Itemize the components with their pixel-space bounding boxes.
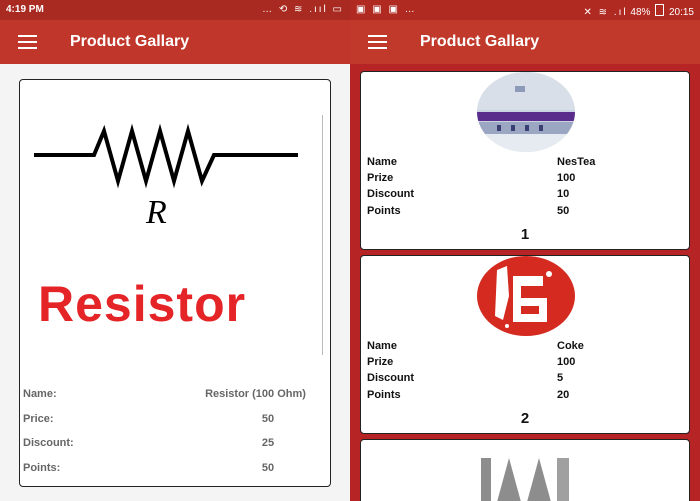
- discount-label: Discount: [367, 188, 415, 200]
- name-label: Name: [367, 340, 397, 352]
- notification-icons: ▣ ▣ ▣ …: [356, 4, 417, 15]
- product-image-coke: [477, 256, 575, 336]
- points-label: Points: [367, 205, 401, 217]
- status-icons: … ⟲ ≋ .ııl ▭: [262, 4, 344, 15]
- product-card-3[interactable]: [360, 439, 690, 501]
- price-label: Prize: [367, 172, 394, 184]
- left-screen: 4:19 PM … ⟲ ≋ .ııl ▭ Product Gallary R R…: [0, 0, 350, 501]
- product-card-2[interactable]: Name Coke Prize 100 Discount 5 Points 20…: [360, 255, 690, 434]
- discount-value: 25: [261, 437, 275, 449]
- status-bar: 4:19 PM … ⟲ ≋ .ııl ▭: [0, 0, 350, 20]
- price-value: 100: [557, 172, 576, 184]
- points-value: 20: [557, 389, 570, 401]
- product-image-3: [477, 440, 575, 501]
- resistor-letter: R: [145, 194, 167, 231]
- battery-icon: [655, 4, 665, 16]
- discount-value: 10: [557, 188, 570, 200]
- status-time: 20:15: [668, 7, 694, 18]
- name-value: Coke: [557, 340, 584, 352]
- discount-value: 5: [557, 372, 564, 384]
- points-value: 50: [557, 205, 570, 217]
- product-index: 1: [520, 226, 530, 243]
- hamburger-menu-icon[interactable]: [368, 35, 387, 49]
- discount-label: Discount:: [23, 437, 74, 449]
- product-index: 2: [520, 410, 530, 427]
- right-screen: ▣ ▣ ▣ … ✕ ≋ .ıl 48% 20:15 Product Gallar…: [350, 0, 700, 501]
- app-bar: Product Gallary: [350, 20, 700, 64]
- product-image-nestea: [477, 72, 575, 152]
- resistor-word: Resistor: [38, 276, 247, 332]
- status-bar: ▣ ▣ ▣ … ✕ ≋ .ıl 48% 20:15: [350, 0, 700, 20]
- name-label: Name:: [23, 388, 57, 400]
- price-value: 50: [261, 413, 275, 425]
- price-label: Price:: [23, 413, 54, 425]
- page-title: Product Gallary: [420, 33, 540, 50]
- points-label: Points: [367, 389, 401, 401]
- app-bar: Product Gallary: [0, 20, 350, 64]
- name-label: Name: [367, 156, 397, 168]
- price-label: Prize: [367, 356, 394, 368]
- page-title: Product Gallary: [70, 33, 190, 50]
- product-card-1[interactable]: Name NesTea Prize 100 Discount 10 Points…: [360, 71, 690, 250]
- status-icons: ✕ ≋ .ıl: [583, 7, 628, 18]
- battery-percent: 48%: [630, 7, 651, 18]
- resistor-image: R Resistor: [28, 115, 323, 355]
- points-label: Points:: [23, 462, 61, 474]
- name-value: NesTea: [557, 156, 596, 168]
- points-value: 50: [261, 462, 275, 474]
- hamburger-menu-icon[interactable]: [18, 35, 37, 49]
- product-card[interactable]: R Resistor Name: Resistor (100 Ohm) Pric…: [19, 79, 331, 487]
- discount-label: Discount: [367, 372, 415, 384]
- price-value: 100: [557, 356, 576, 368]
- name-value: Resistor (100 Ohm): [205, 388, 306, 400]
- status-time: 4:19 PM: [6, 4, 44, 15]
